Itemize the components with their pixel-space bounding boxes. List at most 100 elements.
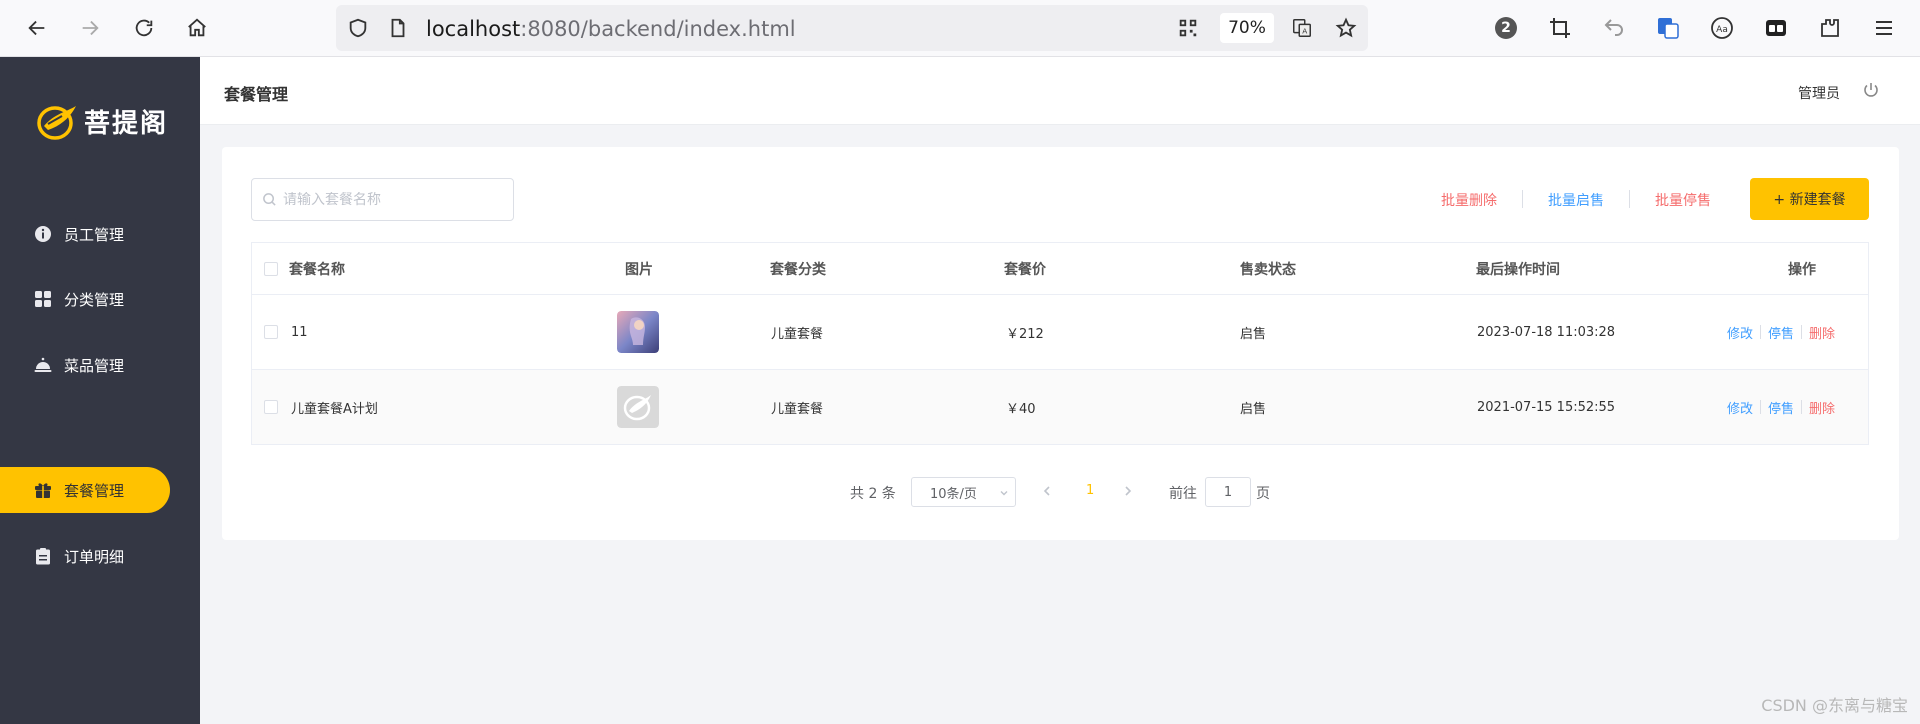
batch-off-sale-link[interactable]: 批量停售 (1655, 190, 1711, 210)
info-circle-icon (34, 225, 52, 243)
batch-delete-link[interactable]: 批量删除 (1441, 190, 1497, 210)
brand-mark-icon (37, 105, 76, 140)
svg-text:A: A (1302, 27, 1307, 36)
sidebar-item-label: 订单明细 (64, 547, 125, 566)
sale-status: 启售 (1240, 401, 1267, 417)
updated-time: 2023-07-18 11:03:28 (1477, 324, 1616, 340)
reader-icon[interactable]: Aa (1708, 14, 1736, 42)
forward-icon[interactable] (75, 13, 105, 43)
back-icon[interactable] (22, 13, 52, 43)
zoom-level[interactable]: 70% (1220, 13, 1274, 43)
gift-icon (34, 481, 52, 499)
setmeal-name: 儿童套餐A计划 (291, 401, 378, 417)
edit-link[interactable]: 修改 (1727, 398, 1753, 417)
extensions-icon[interactable] (1816, 14, 1844, 42)
sidebar-item-orders[interactable]: 订单明细 (0, 533, 170, 579)
column-header[interactable]: 售卖状态 (1240, 243, 1296, 294)
grid-icon (34, 290, 52, 308)
page-size-value: 10条/页 (930, 486, 977, 502)
search-input[interactable] (283, 191, 503, 208)
clipboard-icon (34, 547, 52, 565)
search-icon (263, 193, 276, 206)
sidebar-item-label: 员工管理 (64, 225, 125, 244)
sidebar-item-employee[interactable]: 员工管理 (0, 211, 170, 257)
undo-icon[interactable] (1600, 14, 1628, 42)
column-header[interactable]: 套餐价 (1004, 243, 1046, 294)
toggle-sale-link[interactable]: 停售 (1768, 398, 1794, 417)
prev-page-icon[interactable] (1040, 484, 1054, 498)
row-actions: 修改 停售 删除 (1727, 370, 1835, 444)
power-icon[interactable] (1862, 81, 1880, 99)
star-icon[interactable] (1334, 16, 1358, 40)
divider (1801, 325, 1803, 339)
sidebar-item-label: 套餐管理 (64, 481, 125, 500)
url-text[interactable]: localhost:8080/backend/index.html (426, 17, 796, 41)
batch-on-sale-link[interactable]: 批量启售 (1548, 190, 1604, 210)
translate-extension-icon[interactable] (1654, 14, 1682, 42)
page-icon (386, 16, 410, 40)
setmeal-thumbnail (617, 386, 659, 428)
page-size-select[interactable]: 10条/页 (911, 477, 1016, 507)
goto-page-input[interactable] (1205, 477, 1251, 507)
column-header: 操作 (1788, 261, 1816, 278)
brand-logo: 菩提阁 (36, 103, 168, 140)
goto-suffix: 页 (1256, 486, 1270, 502)
setmeal-image[interactable] (617, 295, 659, 369)
browser-toolbar: localhost:8080/backend/index.html 70% A … (0, 0, 1920, 57)
setmeal-name: 11 (291, 324, 308, 340)
setmeal-category: 儿童套餐 (771, 326, 824, 342)
column-header[interactable]: 套餐名称 (289, 243, 345, 294)
column-header[interactable]: 套餐分类 (770, 243, 826, 294)
search-field[interactable] (251, 178, 514, 221)
extension-badge-icon[interactable]: 2 (1492, 14, 1520, 42)
user-name[interactable]: 管理员 (1798, 83, 1840, 103)
column-header[interactable]: 最后操作时间 (1476, 243, 1560, 294)
delete-link[interactable]: 删除 (1809, 398, 1835, 417)
new-setmeal-button[interactable]: + 新建套餐 (1750, 178, 1869, 220)
menu-icon[interactable] (1870, 14, 1898, 42)
row-actions: 修改 停售 删除 (1727, 295, 1835, 369)
setmeal-price: ￥212 (1006, 326, 1044, 342)
delete-link[interactable]: 删除 (1809, 323, 1835, 342)
page-number-current[interactable]: 1 (1086, 483, 1094, 498)
badge-count: 2 (1501, 20, 1511, 36)
chevron-down-icon (1000, 491, 1008, 496)
home-icon[interactable] (182, 13, 212, 43)
edit-link[interactable]: 修改 (1727, 323, 1753, 342)
crop-icon[interactable] (1546, 14, 1574, 42)
total-count: 共 2 条 (850, 486, 896, 502)
setmeal-image[interactable] (617, 370, 659, 444)
setmeal-thumbnail (617, 311, 659, 353)
divider (1760, 325, 1762, 339)
table-row: 11 儿童套餐 ￥212 启售 2023-07-18 11:03:28 修改 停… (252, 295, 1868, 370)
row-checkbox[interactable] (264, 400, 278, 414)
app-header: 套餐管理 管理员 (200, 57, 1920, 125)
select-all-checkbox[interactable] (264, 261, 278, 276)
divider (1801, 400, 1803, 414)
page-title: 套餐管理 (224, 85, 289, 104)
sidebar: 菩提阁 员工管理 分类管理 菜品管理 套餐管理 订单明细 (0, 57, 200, 724)
sidebar-item-setmeal[interactable]: 套餐管理 (0, 467, 170, 513)
address-bar[interactable]: localhost:8080/backend/index.html 70% A (336, 5, 1368, 51)
setmeal-category: 儿童套餐 (771, 401, 824, 417)
divider (1522, 190, 1523, 208)
reload-icon[interactable] (129, 13, 159, 43)
updated-time: 2021-07-15 15:52:55 (1477, 399, 1616, 415)
shield-icon[interactable] (346, 16, 370, 40)
qr-code-icon[interactable] (1176, 16, 1200, 40)
translate-icon[interactable]: A (1290, 16, 1314, 40)
sidebar-item-label: 菜品管理 (64, 356, 125, 375)
sidebar-item-category[interactable]: 分类管理 (0, 276, 170, 322)
column-header: 图片 (625, 261, 653, 278)
next-page-icon[interactable] (1121, 484, 1135, 498)
brand-name: 菩提阁 (84, 109, 169, 139)
row-checkbox[interactable] (264, 325, 278, 339)
table-row: 儿童套餐A计划 儿童套餐 ￥40 启售 2021-07-15 15:52:55 … (252, 370, 1868, 445)
container-icon[interactable] (1762, 14, 1790, 42)
sidebar-item-dish[interactable]: 菜品管理 (0, 342, 170, 388)
sale-status: 启售 (1240, 326, 1267, 342)
setmeal-table: 套餐名称 图片 套餐分类 套餐价 售卖状态 最后操作时间 操作 11 儿童套餐 … (251, 242, 1869, 445)
toggle-sale-link[interactable]: 停售 (1768, 323, 1794, 342)
divider (1629, 190, 1630, 208)
watermark: CSDN @东离与糖宝 (1761, 696, 1908, 715)
